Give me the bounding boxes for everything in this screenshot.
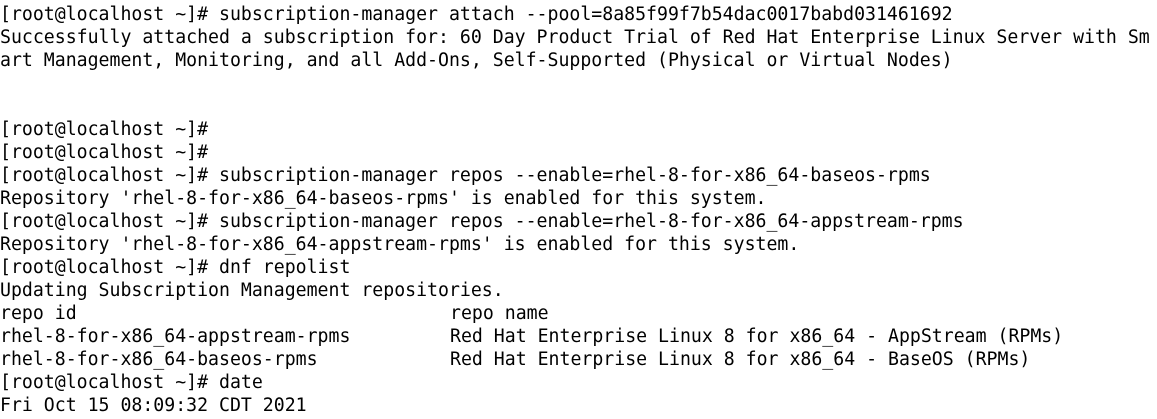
command-line: [root@localhost ~]# subscription-manager…: [0, 4, 953, 25]
output-line: art Management, Monitoring, and all Add-…: [0, 50, 953, 71]
terminal-output[interactable]: [root@localhost ~]# subscription-manager…: [0, 3, 1157, 419]
output-line: Updating Subscription Management reposit…: [0, 280, 504, 301]
output-line: Fri Oct 15 08:09:32 CDT 2021: [0, 395, 307, 416]
repo-name: Red Hat Enterprise Linux 8 for x86_64 - …: [450, 326, 1064, 347]
output-line: Repository 'rhel-8-for-x86_64-baseos-rpm…: [0, 188, 767, 209]
repo-name-header: repo name: [450, 303, 549, 324]
repo-id: rhel-8-for-x86_64-baseos-rpms: [0, 349, 318, 370]
prompt-line: [root@localhost ~]#: [0, 142, 209, 163]
output-line: Successfully attached a subscription for…: [0, 27, 1150, 48]
repolist-header-row: repo id repo name: [0, 302, 1157, 325]
command-line: [root@localhost ~]# subscription-manager…: [0, 211, 964, 232]
repolist-row: rhel-8-for-x86_64-appstream-rpms Red Hat…: [0, 325, 1157, 348]
repolist-row: rhel-8-for-x86_64-baseos-rpms Red Hat En…: [0, 348, 1157, 371]
repo-id-header: repo id: [0, 303, 77, 324]
prompt-line: [root@localhost ~]#: [0, 119, 209, 140]
output-line: Repository 'rhel-8-for-x86_64-appstream-…: [0, 234, 800, 255]
command-line: [root@localhost ~]# date: [0, 372, 263, 393]
repo-name: Red Hat Enterprise Linux 8 for x86_64 - …: [450, 349, 1031, 370]
command-line: [root@localhost ~]# dnf repolist: [0, 257, 351, 278]
command-line: [root@localhost ~]# subscription-manager…: [0, 165, 931, 186]
repo-id: rhel-8-for-x86_64-appstream-rpms: [0, 326, 351, 347]
